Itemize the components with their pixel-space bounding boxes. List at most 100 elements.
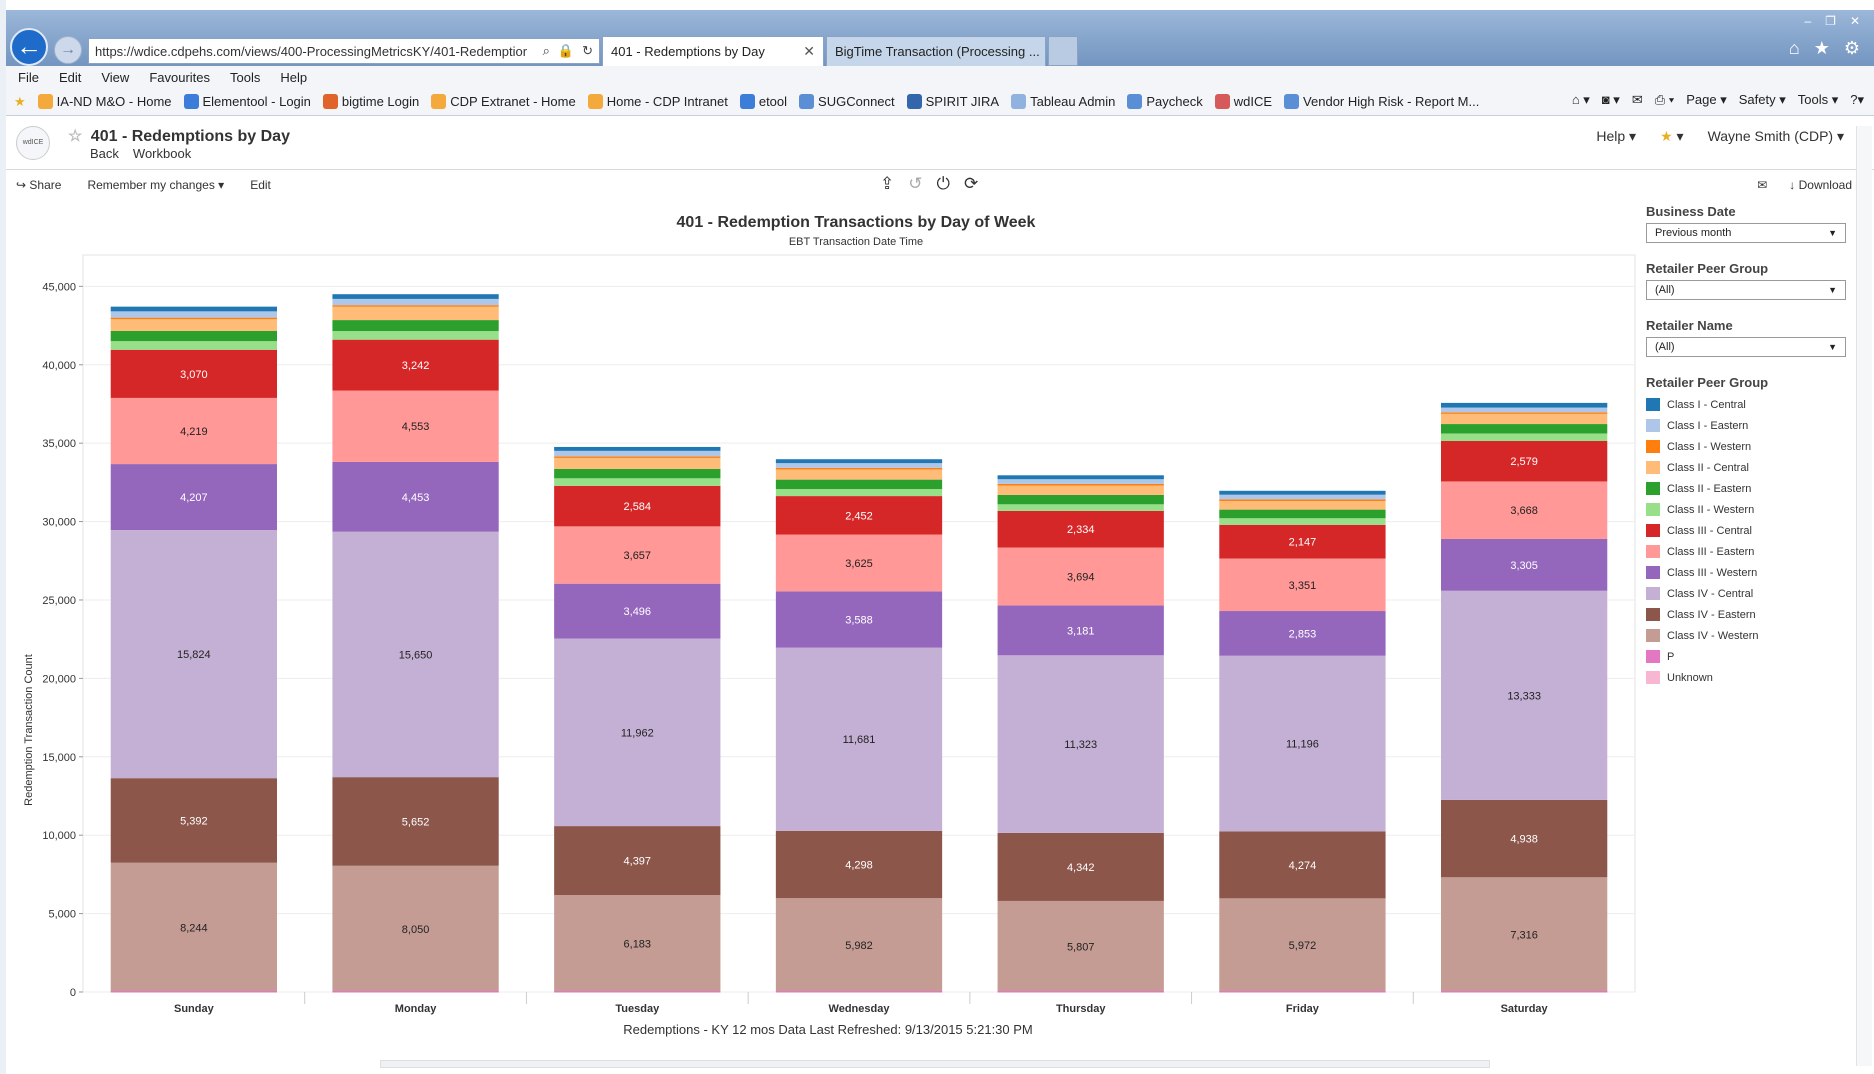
legend-item[interactable]: Class I - Eastern	[1646, 415, 1852, 436]
share-button[interactable]: ↪ Share	[16, 178, 61, 192]
vertical-scrollbar[interactable]	[1856, 126, 1872, 1066]
export-icon[interactable]: ⇪	[880, 174, 894, 194]
bar-segment[interactable]	[554, 457, 721, 469]
bar-segment[interactable]	[554, 446, 721, 451]
user-menu[interactable]: Wayne Smith (CDP) ▾	[1708, 128, 1844, 145]
menu-view[interactable]: View	[101, 70, 129, 85]
favourite-link[interactable]: etool	[739, 94, 787, 109]
menu-edit[interactable]: Edit	[59, 70, 81, 85]
lock-icon[interactable]: 🔒	[558, 43, 574, 59]
filter-dropdown[interactable]: (All) ▼	[1646, 337, 1846, 357]
bar-segment[interactable]	[554, 478, 721, 486]
revert-power-icon[interactable]: ⏻	[937, 174, 950, 194]
bar-segment[interactable]	[1441, 412, 1608, 414]
bar-segment[interactable]	[1219, 499, 1386, 501]
refresh-data-icon[interactable]: ⟳	[964, 174, 978, 194]
bar-segment[interactable]	[554, 468, 721, 479]
menu-help[interactable]: Help	[280, 70, 307, 85]
bar-segment[interactable]	[775, 467, 943, 470]
favorite-star-icon[interactable]: ☆	[68, 128, 82, 145]
feeds-icon[interactable]: ◙ ▾	[1602, 92, 1620, 108]
bar-segment[interactable]	[332, 298, 499, 306]
legend-item[interactable]: Class III - Western	[1646, 562, 1852, 583]
bar-segment[interactable]	[1441, 413, 1608, 425]
undo-icon[interactable]: ↺	[908, 174, 922, 194]
help-circle-icon[interactable]: ?▾	[1850, 92, 1864, 108]
legend-item[interactable]: Class III - Central	[1646, 520, 1852, 541]
favourite-link[interactable]: SPIRIT JIRA	[906, 94, 999, 109]
bar-segment[interactable]	[997, 479, 1164, 484]
legend-item[interactable]: Class III - Eastern	[1646, 541, 1852, 562]
bar-segment[interactable]	[110, 306, 277, 312]
favourite-link[interactable]: Home - CDP Intranet	[587, 94, 728, 109]
bar-segment[interactable]	[332, 331, 499, 340]
favourite-link[interactable]: Tableau Admin	[1011, 94, 1115, 109]
settings-gear-icon[interactable]: ⚙	[1844, 38, 1860, 59]
legend-item[interactable]: Unknown	[1646, 667, 1852, 688]
bar-segment[interactable]	[1441, 407, 1608, 413]
favourite-link[interactable]: Paycheck	[1127, 94, 1203, 109]
bar-segment[interactable]	[110, 341, 277, 350]
address-url[interactable]: https://wdice.cdpehs.com/views/400-Proce…	[95, 44, 543, 59]
favourites-star[interactable]: ★	[14, 94, 26, 110]
bar-segment[interactable]	[1219, 494, 1386, 500]
favourite-link[interactable]: IA-ND M&O - Home	[37, 94, 172, 109]
page-menu[interactable]: Page ▾	[1686, 92, 1727, 108]
bar-segment[interactable]	[775, 463, 943, 468]
subscribe-mail-icon[interactable]: ✉	[1757, 178, 1767, 192]
bar-segment[interactable]	[1441, 433, 1608, 441]
mail-icon[interactable]: ✉	[1632, 92, 1643, 108]
print-icon[interactable]: ⎙ ▾	[1655, 92, 1674, 108]
bar-segment[interactable]	[775, 459, 943, 464]
bar-segment[interactable]	[110, 317, 277, 320]
edit-button[interactable]: Edit	[250, 178, 271, 192]
filter-dropdown[interactable]: (All) ▼	[1646, 280, 1846, 300]
bar-segment[interactable]	[1219, 500, 1386, 510]
workbook-link[interactable]: Workbook	[133, 146, 191, 161]
bar-segment[interactable]	[1219, 509, 1386, 519]
legend-item[interactable]: Class II - Central	[1646, 457, 1852, 478]
bar-segment[interactable]	[775, 469, 943, 480]
bar-segment[interactable]	[332, 306, 499, 321]
safety-menu[interactable]: Safety ▾	[1739, 92, 1786, 108]
tools-menu[interactable]: Tools ▾	[1798, 92, 1839, 108]
favorites-menu[interactable]: ★ ▾	[1660, 128, 1683, 145]
bar-segment[interactable]	[997, 504, 1164, 511]
horizontal-scrollbar[interactable]	[380, 1060, 1490, 1068]
bar-segment[interactable]	[1219, 490, 1386, 495]
legend-item[interactable]: Class I - Western	[1646, 436, 1852, 457]
legend-item[interactable]: Class IV - Western	[1646, 625, 1852, 646]
refresh-icon[interactable]: ↻	[582, 43, 593, 59]
legend-item[interactable]: Class I - Central	[1646, 394, 1852, 415]
legend-item[interactable]: Class IV - Eastern	[1646, 604, 1852, 625]
menu-tools[interactable]: Tools	[230, 70, 260, 85]
bar-segment[interactable]	[1441, 402, 1608, 408]
bar-segment[interactable]	[332, 294, 499, 299]
bar-segment[interactable]	[775, 489, 943, 497]
wdice-logo[interactable]: wdICE	[16, 126, 50, 160]
search-icon[interactable]: ⌕	[543, 43, 550, 59]
bar-segment[interactable]	[1219, 518, 1386, 525]
menu-file[interactable]: File	[18, 70, 39, 85]
bar-segment[interactable]	[332, 320, 499, 332]
download-button[interactable]: ↓ Download	[1789, 178, 1852, 192]
bar-segment[interactable]	[997, 475, 1164, 480]
close-tab-icon[interactable]: ✕	[803, 43, 815, 60]
new-tab-button[interactable]	[1048, 36, 1078, 66]
browser-tab[interactable]: BigTime Transaction (Processing ...	[826, 36, 1046, 66]
forward-button[interactable]: →	[54, 36, 82, 64]
browser-tab-active[interactable]: 401 - Redemptions by Day ✕	[602, 36, 824, 66]
legend-item[interactable]: Class II - Eastern	[1646, 478, 1852, 499]
favourite-link[interactable]: CDP Extranet - Home	[431, 94, 576, 109]
favourite-link[interactable]: SUGConnect	[799, 94, 895, 109]
bar-segment[interactable]	[554, 456, 721, 458]
address-bar[interactable]: https://wdice.cdpehs.com/views/400-Proce…	[88, 38, 600, 64]
favourite-link[interactable]: bigtime Login	[322, 94, 419, 109]
legend-item[interactable]: P	[1646, 646, 1852, 667]
home-page-icon[interactable]: ⌂ ▾	[1572, 92, 1590, 108]
favourite-link[interactable]: wdICE	[1214, 94, 1272, 109]
legend-item[interactable]: Class II - Western	[1646, 499, 1852, 520]
bar-segment[interactable]	[997, 483, 1164, 486]
bar-segment[interactable]	[997, 485, 1164, 495]
remember-changes-button[interactable]: Remember my changes ▾	[87, 178, 224, 192]
